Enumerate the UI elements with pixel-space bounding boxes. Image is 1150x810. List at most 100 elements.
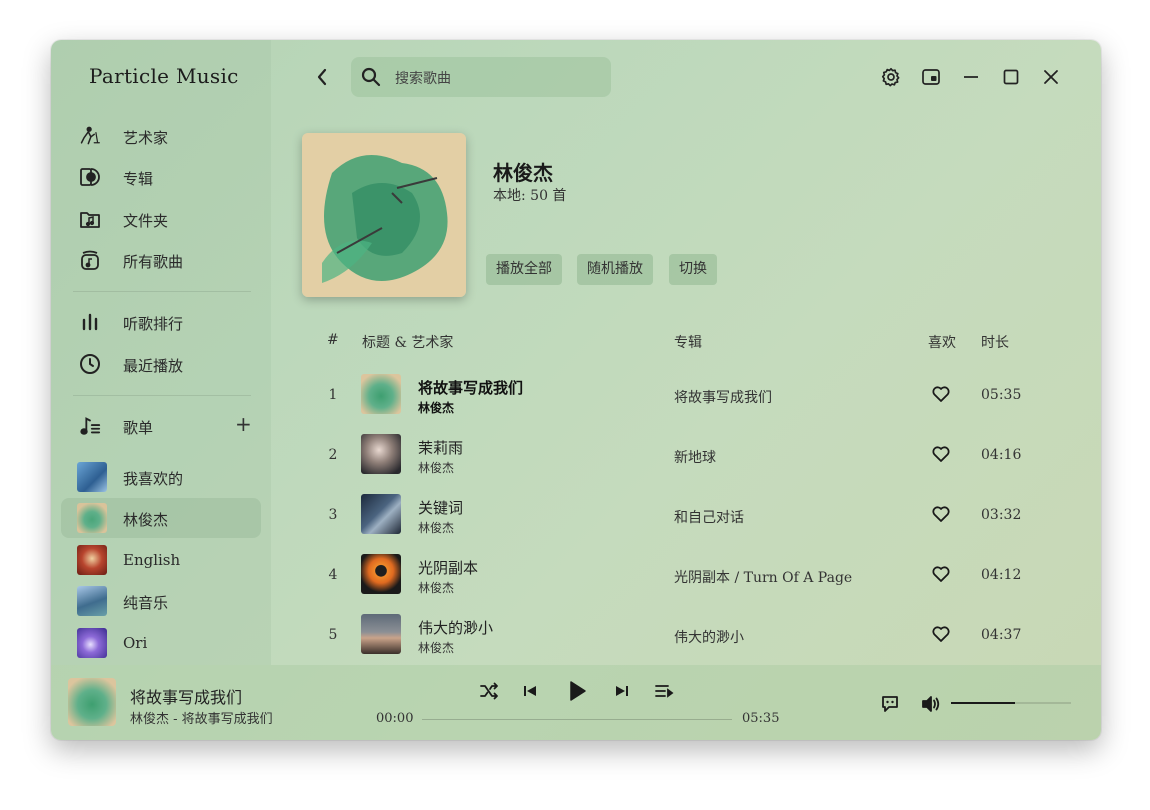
like-button[interactable]: [931, 624, 951, 644]
table-row[interactable]: 3 关键词 林俊杰 和自己对话 03:32: [311, 485, 1071, 545]
maximize-icon: [1003, 69, 1019, 85]
app-title: Particle Music: [89, 64, 239, 88]
now-playing-cover[interactable]: [68, 678, 116, 726]
volume-button[interactable]: [919, 692, 943, 716]
playlist-cover: [77, 462, 107, 492]
track-artist[interactable]: 林俊杰: [418, 639, 454, 656]
track-album[interactable]: 伟大的渺小: [674, 627, 744, 647]
search-input[interactable]: 搜索歌曲: [395, 68, 451, 88]
close-button[interactable]: [1040, 66, 1062, 88]
sidebar-item-playlist-instrumental[interactable]: 纯音乐: [61, 581, 261, 621]
track-album[interactable]: 和自己对话: [674, 507, 744, 527]
like-button[interactable]: [931, 444, 951, 464]
track-artist[interactable]: 林俊杰: [418, 519, 454, 536]
sidebar-item-playlist-favorites[interactable]: 我喜欢的: [61, 457, 261, 497]
like-button[interactable]: [931, 384, 951, 404]
sidebar-item-label: 文件夹: [123, 212, 169, 230]
add-playlist-button[interactable]: +: [235, 412, 252, 436]
next-button[interactable]: [610, 679, 634, 703]
maximize-button[interactable]: [1000, 66, 1022, 88]
track-cover: [361, 434, 401, 474]
heart-icon: [932, 386, 950, 402]
minimize-button[interactable]: [960, 66, 982, 88]
track-artist[interactable]: 林俊杰: [418, 579, 454, 596]
track-album[interactable]: 新地球: [674, 447, 716, 467]
table-row[interactable]: 2 茉莉雨 林俊杰 新地球 04:16: [311, 425, 1071, 485]
progress-bar[interactable]: [422, 719, 732, 720]
app-window: Particle Music 艺术家 专辑 文件夹 所有歌曲 听歌排行 最近播放…: [51, 40, 1101, 740]
sidebar-item-label: 歌单: [123, 419, 154, 437]
gear-icon: [881, 67, 900, 87]
folder-icon: [79, 208, 101, 230]
ranking-icon: [79, 311, 101, 333]
table-row[interactable]: 1 将故事写成我们 林俊杰 将故事写成我们 05:35: [311, 365, 1071, 425]
column-header-duration[interactable]: 时长: [981, 332, 1009, 352]
sidebar-item-playlist-english[interactable]: English: [61, 540, 261, 580]
search-bar[interactable]: 搜索歌曲: [351, 57, 611, 97]
track-title: 茉莉雨: [418, 439, 464, 457]
lyrics-button[interactable]: [878, 692, 902, 716]
table-row[interactable]: 5 伟大的渺小 林俊杰 伟大的渺小 04:37: [311, 605, 1071, 665]
track-number: 2: [328, 447, 338, 463]
divider: [73, 291, 251, 292]
back-button[interactable]: [311, 65, 335, 89]
sidebar-item-label: Ori: [123, 634, 148, 652]
shuffle-button[interactable]: [477, 679, 501, 703]
track-cover: [361, 494, 401, 534]
sidebar-item-label: 专辑: [123, 170, 154, 188]
track-number: 3: [328, 507, 338, 523]
track-title: 将故事写成我们: [418, 379, 524, 397]
previous-button[interactable]: [518, 679, 542, 703]
track-count: 本地: 50 首: [493, 188, 567, 204]
column-header-album[interactable]: 专辑: [674, 332, 702, 352]
playlist-cover: [77, 586, 107, 616]
chevron-left-icon: [317, 68, 327, 86]
search-icon: [361, 67, 381, 91]
sidebar-item-ranking[interactable]: 听歌排行: [61, 302, 261, 342]
sidebar-item-label: 艺术家: [123, 129, 169, 147]
sidebar-item-label: 我喜欢的: [123, 470, 184, 488]
divider: [73, 395, 251, 396]
sidebar-item-artists[interactable]: 艺术家: [61, 116, 261, 156]
heart-icon: [932, 626, 950, 642]
mini-player-button[interactable]: [920, 66, 942, 88]
volume-icon: [922, 696, 940, 712]
now-playing-title: 将故事写成我们: [130, 688, 243, 707]
track-duration: 04:37: [981, 627, 1022, 643]
column-header-title[interactable]: 标题 & 艺术家: [362, 332, 453, 352]
settings-button[interactable]: [880, 66, 902, 88]
table-row[interactable]: 4 光阴副本 林俊杰 光阴副本 / Turn Of A Page 04:12: [311, 545, 1071, 605]
heart-icon: [932, 506, 950, 522]
sidebar-item-recent[interactable]: 最近播放: [61, 344, 261, 384]
sidebar-item-label: English: [123, 551, 181, 569]
sidebar-item-all-songs[interactable]: 所有歌曲: [61, 240, 261, 280]
sidebar-item-label: 所有歌曲: [123, 253, 184, 271]
track-cover: [361, 614, 401, 654]
lyrics-icon: [882, 696, 898, 712]
like-button[interactable]: [931, 564, 951, 584]
play-all-button[interactable]: 播放全部: [486, 254, 562, 285]
like-button[interactable]: [931, 504, 951, 524]
clock-icon: [79, 353, 101, 375]
playlist-cover: [77, 503, 107, 533]
sidebar-item-folders[interactable]: 文件夹: [61, 199, 261, 239]
sidebar-item-albums[interactable]: 专辑: [61, 157, 261, 197]
volume-fill: [951, 702, 1015, 704]
queue-button[interactable]: [652, 679, 676, 703]
play-button[interactable]: [565, 679, 589, 703]
track-title: 关键词: [418, 499, 464, 517]
shuffle-icon: [480, 682, 498, 700]
track-artist[interactable]: 林俊杰: [418, 399, 454, 416]
heart-icon: [932, 566, 950, 582]
sidebar-item-playlist-ori[interactable]: Ori: [61, 623, 261, 663]
track-album[interactable]: 光阴副本 / Turn Of A Page: [674, 567, 852, 587]
skip-next-icon: [616, 686, 628, 696]
shuffle-play-button[interactable]: 随机播放: [577, 254, 653, 285]
sidebar-item-playlist-jj-lin[interactable]: 林俊杰: [61, 498, 261, 538]
track-artist[interactable]: 林俊杰: [418, 459, 454, 476]
track-album[interactable]: 将故事写成我们: [674, 387, 772, 407]
volume-slider[interactable]: [951, 702, 1071, 704]
artist-cover-image: [302, 133, 466, 297]
now-playing-subtitle: 林俊杰 - 将故事写成我们: [130, 712, 273, 727]
switch-button[interactable]: 切换: [669, 254, 717, 285]
